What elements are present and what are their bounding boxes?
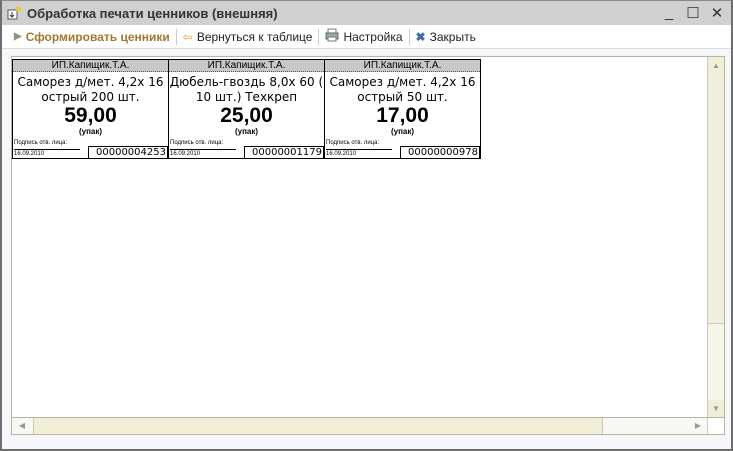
price-tag: ИП.Капищик.Т.А. Саморез д/мет. 4,2х 16 о…	[324, 59, 481, 159]
close-label: Закрыть	[429, 29, 476, 44]
unit: (упак)	[234, 127, 259, 136]
scrollbar-corner	[707, 417, 724, 434]
processing-icon	[7, 6, 21, 20]
seller: ИП.Капищик.Т.А.	[13, 60, 168, 72]
date: 16.09.2010	[170, 151, 201, 157]
separator	[175, 28, 177, 45]
separator	[408, 28, 410, 45]
seller: ИП.Капищик.Т.А.	[325, 60, 480, 72]
price-tag: ИП.Капищик.Т.А. Саморез д/мет. 4,2х 16 о…	[12, 59, 169, 159]
date: 16.09.2010	[14, 151, 45, 157]
product-name: Саморез д/мет. 4,2х 16 острый 200 шт.	[17, 75, 164, 104]
scroll-right-icon[interactable]: ▶	[688, 418, 708, 434]
signature-label: Подпись отв. лица:	[170, 140, 224, 146]
settings-label: Настройка	[343, 29, 403, 44]
price: 17,00	[376, 104, 429, 127]
vertical-scrollbar[interactable]: ▲ ▼	[707, 57, 724, 417]
product-code: 00000004253	[88, 146, 168, 159]
title-bar: Обработка печати ценников (внешняя) _ ☐ …	[2, 1, 731, 25]
product-code: 00000001179	[244, 146, 324, 159]
signature-line	[14, 149, 80, 150]
unit: (упак)	[78, 127, 103, 136]
seller: ИП.Капищик.Т.А.	[169, 60, 324, 72]
play-icon: ▶	[14, 31, 22, 42]
price-tag: ИП.Капищик.Т.А. Дюбель-гвоздь 8,0х 60 ( …	[168, 59, 325, 159]
vertical-scroll-thumb[interactable]	[708, 74, 724, 324]
window: Обработка печати ценников (внешняя) _ ☐ …	[0, 0, 733, 451]
signature-line	[326, 149, 392, 150]
product-name: Саморез д/мет. 4,2х 16 острый 50 шт.	[329, 75, 476, 104]
back-to-table-button[interactable]: ⇦ Вернуться к таблице	[179, 30, 317, 44]
minimize-button[interactable]: _	[661, 4, 677, 22]
close-icon: ✖	[415, 29, 426, 44]
separator	[318, 28, 320, 45]
generate-label: Сформировать ценники	[25, 29, 170, 44]
close-button[interactable]: ✖ Закрыть	[412, 30, 480, 44]
scroll-up-icon[interactable]: ▲	[708, 57, 724, 74]
horizontal-scrollbar[interactable]: ◀ ▶	[12, 417, 708, 434]
signature-label: Подпись отв. лица:	[14, 140, 68, 146]
unit: (упак)	[390, 127, 415, 136]
price: 25,00	[220, 104, 273, 127]
maximize-button[interactable]: ☐	[685, 4, 701, 22]
signature-line	[170, 149, 236, 150]
price: 59,00	[64, 104, 117, 127]
toolbar: ▶ Сформировать ценники ⇦ Вернуться к таб…	[2, 25, 731, 49]
settings-button[interactable]: Настройка	[321, 28, 406, 45]
spreadsheet-document[interactable]: ИП.Капищик.Т.А. Саморез д/мет. 4,2х 16 о…	[11, 56, 725, 435]
window-title: Обработка печати ценников (внешняя)	[27, 5, 278, 21]
product-code: 00000000978	[400, 146, 480, 159]
close-window-button[interactable]: ✕	[709, 4, 725, 22]
printer-icon	[325, 28, 339, 45]
scroll-down-icon[interactable]: ▼	[708, 400, 724, 417]
back-arrow-icon: ⇦	[182, 29, 193, 44]
scroll-left-icon[interactable]: ◀	[12, 418, 32, 434]
back-label: Вернуться к таблице	[196, 29, 313, 44]
horizontal-scroll-thumb[interactable]	[33, 418, 603, 434]
product-name: Дюбель-гвоздь 8,0х 60 ( 10 шт.) Техкреп	[169, 75, 324, 104]
date: 16.09.2010	[326, 151, 357, 157]
generate-tags-button[interactable]: ▶ Сформировать ценники	[10, 30, 174, 44]
signature-label: Подпись отв. лица:	[326, 140, 380, 146]
